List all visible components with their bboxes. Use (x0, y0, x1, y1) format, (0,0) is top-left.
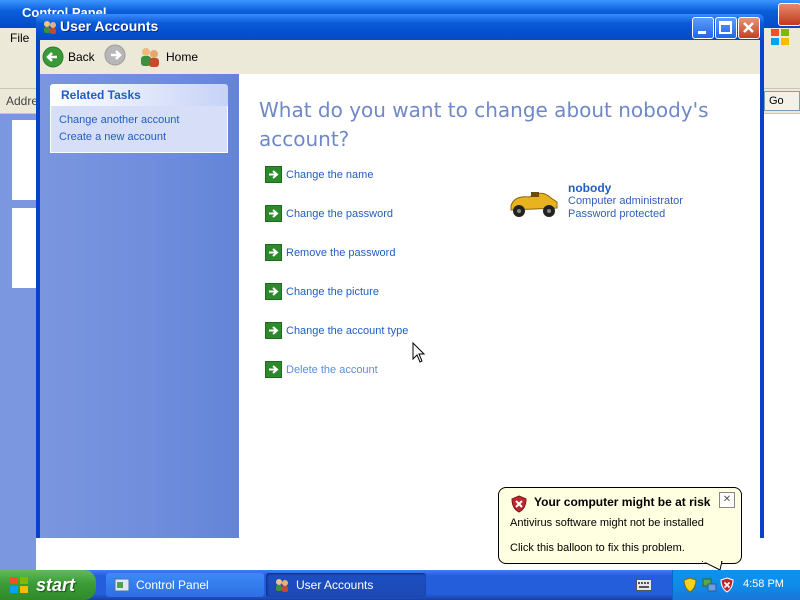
network-icon[interactable] (701, 577, 717, 593)
system-tray: 4:58 PM (672, 570, 800, 600)
security-alert-icon[interactable] (720, 577, 734, 593)
change-picture-link[interactable]: Change the picture (265, 283, 379, 300)
race-car-icon (510, 192, 558, 217)
create-new-account-link[interactable]: Create a new account (59, 129, 227, 146)
control-panel-icon (114, 578, 130, 592)
taskbar-user-accounts[interactable]: User Accounts (266, 573, 426, 597)
user-accounts-icon (44, 21, 56, 34)
go-button[interactable]: Go (764, 91, 800, 111)
keyboard-language-icon[interactable] (636, 579, 652, 591)
start-button[interactable]: start (0, 570, 96, 600)
action-label: Change the picture (286, 285, 379, 298)
home-button[interactable]: Home (138, 44, 198, 70)
balloon-title: Your computer might be at risk (534, 495, 711, 509)
action-label: Change the password (286, 207, 394, 220)
taskbar-control-panel[interactable]: Control Panel (106, 573, 264, 597)
background-task-card (12, 120, 36, 200)
task-sidebar: Related Tasks Change another account Cre… (40, 74, 239, 538)
action-label: Delete the account (286, 363, 378, 376)
user-accounts-window: User Accounts Back Home Related Tasks Ch… (36, 14, 764, 538)
related-tasks-header[interactable]: Related Tasks (50, 84, 228, 106)
remove-password-link[interactable]: Remove the password (265, 244, 395, 261)
maximize-icon (719, 21, 732, 34)
green-arrow-icon (265, 205, 282, 222)
close-icon (743, 22, 754, 33)
taskbar-control-panel-label: Control Panel (136, 578, 209, 592)
balloon-message: Antivirus software might not be installe… (510, 517, 704, 529)
window-titlebar[interactable]: User Accounts (36, 14, 764, 40)
back-button[interactable]: Back (42, 44, 95, 70)
clock: 4:58 PM (743, 578, 784, 590)
change-password-link[interactable]: Change the password (265, 205, 393, 222)
taskbar: start Control Panel User Accounts 4:58 P… (0, 570, 800, 600)
forward-arrow-icon (104, 44, 126, 66)
main-pane: What do you want to change about nobody'… (239, 74, 760, 538)
account-type: Computer administrator (568, 195, 683, 207)
action-label: Change the account type (286, 324, 409, 337)
windows-logo-icon (771, 29, 789, 45)
green-arrow-icon (265, 361, 282, 378)
home-label: Home (166, 50, 199, 64)
delete-account-link[interactable]: Delete the account (265, 361, 378, 378)
forward-button[interactable] (104, 44, 126, 69)
change-another-account-link[interactable]: Change another account (59, 112, 227, 129)
minimize-button[interactable] (692, 17, 714, 39)
green-arrow-icon (265, 244, 282, 261)
green-arrow-icon (265, 166, 282, 183)
account-password-status: Password protected (568, 208, 666, 220)
security-balloon[interactable]: Your computer might be at risk ✕ Antivir… (498, 487, 742, 564)
close-button[interactable] (738, 17, 760, 39)
page-heading: What do you want to change about nobody'… (259, 98, 709, 151)
related-tasks-panel: Related Tasks Change another account Cre… (50, 84, 228, 153)
minimize-icon (698, 31, 706, 34)
user-accounts-icon (276, 579, 288, 592)
related-tasks-title: Related Tasks (61, 88, 141, 102)
content-area: Related Tasks Change another account Cre… (40, 74, 760, 538)
back-arrow-icon (42, 46, 64, 68)
mouse-cursor-icon (412, 342, 426, 363)
maximize-button[interactable] (715, 17, 737, 39)
background-task-card (12, 208, 36, 288)
green-arrow-icon (265, 283, 282, 300)
window-title: User Accounts (60, 18, 159, 34)
action-label: Change the name (286, 168, 374, 181)
back-label: Back (68, 50, 95, 64)
balloon-close-button[interactable]: ✕ (719, 492, 735, 508)
user-accounts-home-icon (141, 48, 159, 67)
start-label: start (36, 574, 76, 595)
related-tasks-list: Change another account Create a new acco… (50, 106, 228, 153)
action-label: Remove the password (286, 246, 396, 259)
change-name-link[interactable]: Change the name (265, 166, 373, 183)
background-close-button[interactable] (778, 3, 800, 26)
change-account-type-link[interactable]: Change the account type (265, 322, 408, 339)
menu-file[interactable]: File (10, 31, 29, 45)
balloon-instruction: Click this balloon to fix this problem. (510, 542, 685, 554)
security-center-icon[interactable] (683, 577, 697, 593)
windows-logo-icon (10, 577, 28, 593)
green-arrow-icon (265, 322, 282, 339)
navigation-toolbar: Back Home (40, 40, 760, 74)
taskbar-user-accounts-label: User Accounts (296, 578, 374, 592)
account-name: nobody (568, 181, 612, 195)
security-shield-icon (511, 495, 527, 513)
